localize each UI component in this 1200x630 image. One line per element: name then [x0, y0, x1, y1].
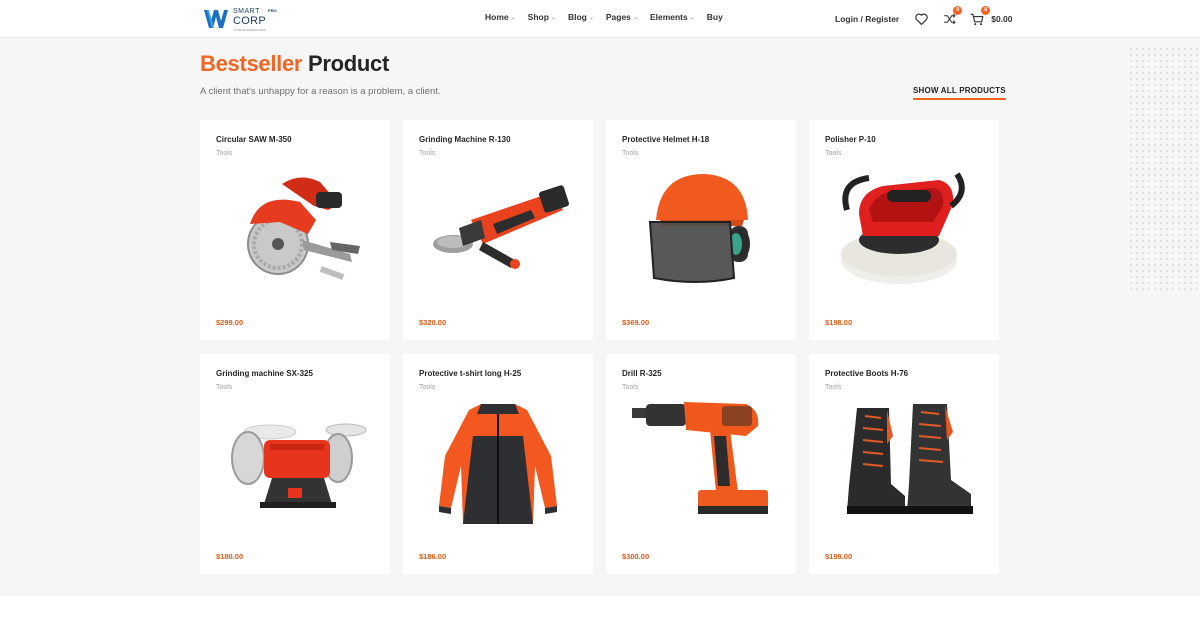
product-card[interactable]: Polisher P-10 Tools $198.00 — [809, 120, 999, 340]
product-category[interactable]: Tools — [216, 150, 232, 157]
heart-icon — [914, 13, 928, 25]
nav-label: Pages — [605, 12, 631, 22]
product-category[interactable]: Tools — [825, 150, 841, 157]
chevron-down-icon: ⌄ — [689, 14, 695, 21]
product-card[interactable]: Protective Helmet H-18 Tools $369.00 — [606, 120, 796, 340]
bench-grinder-icon — [231, 423, 367, 508]
logo-mark-icon — [204, 10, 228, 28]
product-card[interactable]: Grinding machine SX-325 Tools $180.00 — [200, 354, 390, 574]
header-actions: Login / Register 0 0 $0.00 — [835, 6, 1013, 29]
product-card[interactable]: Drill R-325 Tools $300.00 — [606, 354, 796, 574]
product-name[interactable]: Circular SAW M-350 — [216, 135, 292, 144]
product-category[interactable]: Tools — [622, 150, 638, 157]
product-card[interactable]: Grinding Machine R-130 Tools $320.00 — [403, 120, 593, 340]
nav-label: Shop — [527, 12, 549, 22]
polisher-icon — [841, 172, 965, 284]
section-title: Bestseller Product — [200, 51, 389, 77]
chevron-down-icon: ⌄ — [510, 14, 516, 21]
product-category[interactable]: Tools — [825, 384, 841, 391]
nav-item-elements[interactable]: Elements ⌄ — [650, 12, 695, 22]
product-category[interactable]: Tools — [622, 384, 638, 391]
nav-item-home[interactable]: Home ⌄ — [485, 12, 516, 22]
product-name[interactable]: Grinding machine SX-325 — [216, 369, 313, 378]
logo-tagline: YOUR BUSINESS NOW — [233, 28, 266, 32]
chevron-down-icon: ⌄ — [550, 14, 556, 21]
nav-label: Elements — [649, 12, 688, 22]
product-category[interactable]: Tools — [216, 384, 232, 391]
nav-label: Home — [485, 12, 509, 22]
section-title-rest: Product — [308, 51, 390, 76]
section-title-accent: Bestseller — [200, 51, 303, 76]
compare-count-badge: 0 — [953, 6, 963, 15]
chevron-down-icon: ⌄ — [588, 14, 594, 21]
logo-badge: PRO — [268, 8, 277, 13]
main-nav: Home ⌄ Shop ⌄ Blog ⌄ Pages ⌄ Elements ⌄ Buy — [485, 12, 723, 22]
product-name[interactable]: Polisher P-10 — [825, 135, 876, 144]
angle-grinder-icon — [433, 185, 569, 269]
product-price: $186.00 — [419, 552, 447, 561]
product-price: $320.00 — [419, 318, 447, 327]
boots-icon — [847, 404, 973, 514]
footer-band — [0, 596, 1200, 630]
product-price: $299.00 — [216, 318, 244, 327]
cart-total[interactable]: $0.00 — [991, 14, 1012, 24]
compare-icon — [943, 13, 956, 25]
login-register-link[interactable]: Login / Register — [835, 14, 899, 24]
logo-text-line1: SMART — [233, 8, 260, 15]
product-price: $300.00 — [622, 552, 650, 561]
nav-item-pages[interactable]: Pages ⌄ — [606, 12, 638, 22]
cart-icon — [970, 13, 984, 25]
logo-text-line2: CORP — [233, 15, 266, 27]
compare-button[interactable]: 0 — [941, 6, 963, 27]
decorative-dot-pattern — [1128, 46, 1200, 292]
helmet-icon — [648, 174, 750, 283]
site-header: SMART CORP PRO YOUR BUSINESS NOW Home ⌄ S… — [0, 0, 1200, 38]
cart-count-badge: 0 — [981, 6, 991, 15]
drill-icon — [632, 402, 768, 514]
product-name[interactable]: Grinding Machine R-130 — [419, 135, 511, 144]
nav-item-shop[interactable]: Shop ⌄ — [528, 12, 556, 22]
nav-item-blog[interactable]: Blog ⌄ — [568, 12, 594, 22]
product-name[interactable]: Protective t-shirt long H-25 — [419, 369, 521, 378]
jacket-icon — [439, 404, 557, 524]
product-price: $369.00 — [622, 318, 650, 327]
wishlist-button[interactable] — [913, 11, 929, 27]
product-category[interactable]: Tools — [419, 384, 435, 391]
product-card[interactable]: Protective t-shirt long H-25 Tools $186.… — [403, 354, 593, 574]
circular-saw-icon — [247, 177, 360, 280]
section-subtitle: A client that's unhappy for a reason is … — [200, 86, 441, 97]
product-price: $180.00 — [216, 552, 244, 561]
product-price: $198.00 — [825, 318, 853, 327]
product-name[interactable]: Protective Helmet H-18 — [622, 135, 709, 144]
cart-button[interactable]: 0 — [969, 6, 991, 27]
nav-label: Blog — [567, 12, 587, 22]
product-price: $199.00 — [825, 552, 853, 561]
product-category[interactable]: Tools — [419, 150, 435, 157]
product-name[interactable]: Protective Boots H-76 — [825, 369, 908, 378]
chevron-down-icon: ⌄ — [632, 14, 638, 21]
product-card[interactable]: Circular SAW M-350 Tools $299.00 — [200, 120, 390, 340]
product-name[interactable]: Drill R-325 — [622, 369, 662, 378]
nav-label: Buy — [706, 12, 723, 22]
nav-item-buy[interactable]: Buy — [707, 12, 723, 22]
show-all-products-link[interactable]: SHOW ALL PRODUCTS — [913, 86, 1006, 100]
product-card[interactable]: Protective Boots H-76 Tools $199.00 — [809, 354, 999, 574]
logo[interactable]: SMART CORP PRO YOUR BUSINESS NOW — [203, 7, 279, 33]
